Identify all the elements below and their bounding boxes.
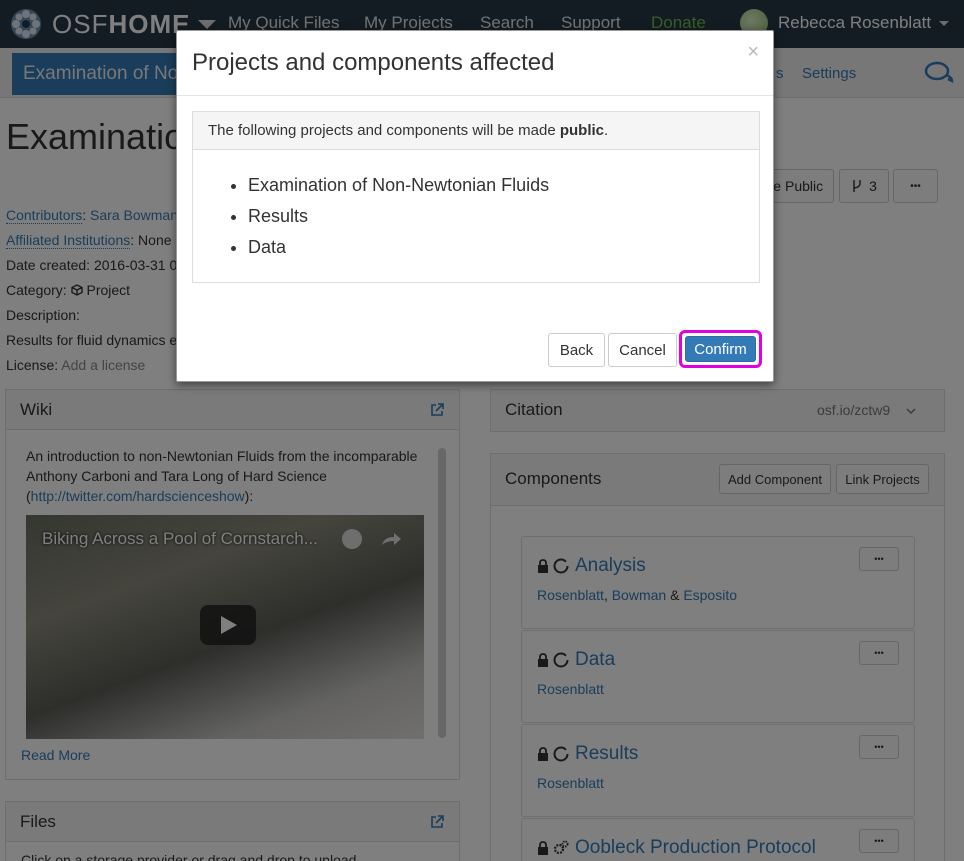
- cancel-button[interactable]: Cancel: [608, 333, 677, 367]
- affected-notice: The following projects and components wi…: [193, 112, 759, 150]
- modal-title: Projects and components affected: [192, 49, 555, 76]
- confirm-highlight: Confirm: [679, 330, 762, 368]
- notice-before: The following projects and components wi…: [208, 122, 560, 139]
- notice-bold: public: [559, 122, 605, 139]
- affected-list: Examination of Non-Newtonian Fluids Resu…: [248, 170, 549, 263]
- affected-components-modal: Projects and components affected × The f…: [176, 30, 774, 382]
- affected-list-panel: The following projects and components wi…: [192, 111, 760, 283]
- back-button[interactable]: Back: [548, 333, 605, 367]
- modal-header: Projects and components affected ×: [177, 31, 773, 96]
- list-item: Data: [248, 232, 549, 263]
- close-icon[interactable]: ×: [747, 41, 759, 64]
- confirm-button[interactable]: Confirm: [685, 336, 756, 362]
- list-item: Results: [248, 201, 549, 232]
- notice-after: .: [604, 122, 609, 139]
- list-item: Examination of Non-Newtonian Fluids: [248, 170, 549, 201]
